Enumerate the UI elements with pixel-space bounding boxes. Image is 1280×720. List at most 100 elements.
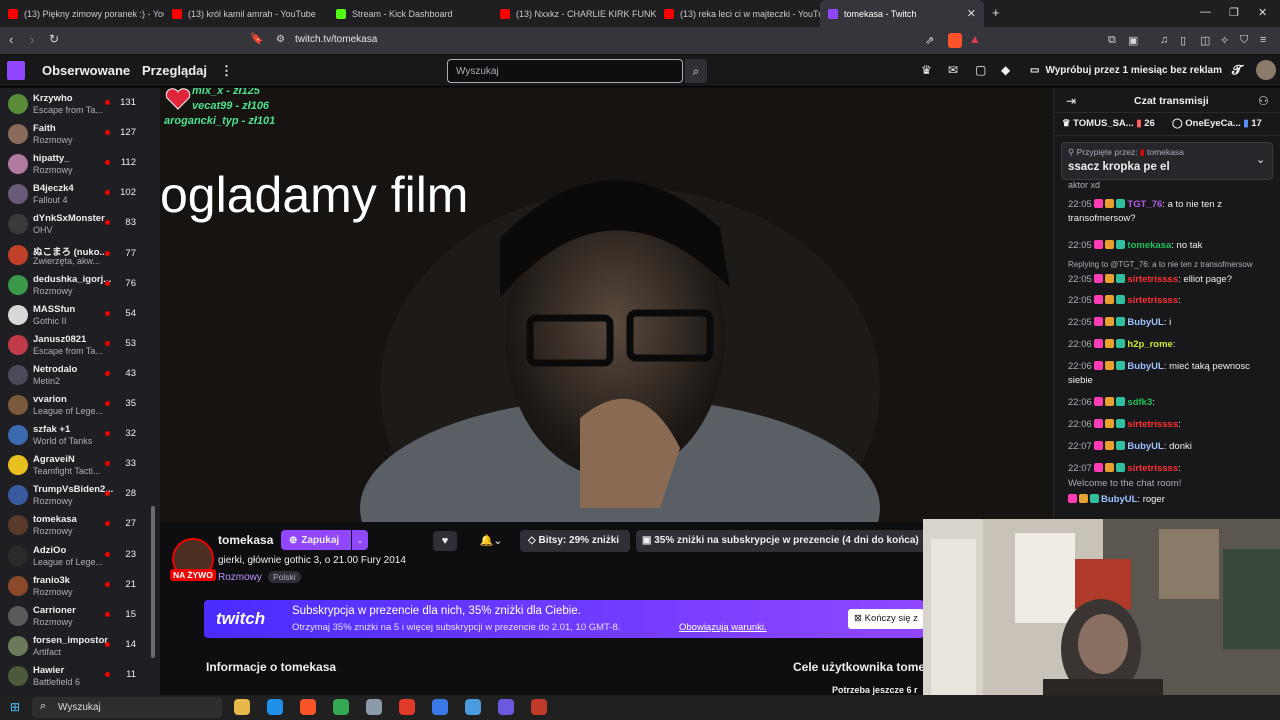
chat-message[interactable]: 22:05 TGT_76: a to nie ten z transofmers…: [1068, 198, 1273, 226]
windows-start-icon[interactable]: ⊞: [10, 700, 20, 714]
sidebar-channel[interactable]: forsen_impostor Artifact 14: [0, 632, 148, 662]
reload-icon[interactable]: ↻: [49, 32, 59, 46]
leaderboard-bar[interactable]: ♛ TOMUS_SA... ▮ 26 ◯ OneEyeCa... ▮ 17: [1054, 112, 1280, 136]
bits-icon[interactable]: ◆: [1001, 63, 1010, 77]
wallet-browser-icon[interactable]: ◫: [1200, 34, 1210, 47]
browser-tab[interactable]: (13) Piękny zimowy poranek :) - YouT: [0, 0, 164, 27]
browse-link[interactable]: Przeglądaj: [142, 63, 207, 78]
chat-username[interactable]: BubyUL: [1127, 361, 1163, 372]
sidebar-channel[interactable]: MASSfun Gothic II 54: [0, 301, 148, 331]
brave-icon[interactable]: [300, 699, 316, 715]
share-icon[interactable]: ⇗: [925, 34, 934, 47]
steam-icon[interactable]: [465, 699, 481, 715]
file-explorer-icon[interactable]: [234, 699, 250, 715]
chat-username[interactable]: sirtetrissss: [1127, 463, 1178, 474]
search-input[interactable]: Wyszukaj: [447, 59, 683, 83]
browser-tab[interactable]: tomekasa - Twitch ✕: [820, 0, 984, 27]
minimize-icon[interactable]: —: [1200, 6, 1211, 18]
sidebar-channel[interactable]: dYnkSxMonster OHV 83: [0, 210, 148, 240]
chat-message[interactable]: 22:07 sirtetrissss:: [1068, 462, 1273, 476]
chat-username[interactable]: BubyUL: [1127, 317, 1163, 328]
media-icon[interactable]: ♫: [1160, 34, 1168, 46]
site-info-icon[interactable]: ⚙: [276, 34, 285, 45]
sidebar-channel[interactable]: Netrodalo Metin2 43: [0, 361, 148, 391]
sub-promo-button[interactable]: ▣ 35% zniżki na subskrypcje w prezencie …: [636, 530, 930, 552]
sidebar-channel[interactable]: Faith Rozmowy 127: [0, 120, 148, 150]
chat-message[interactable]: 22:05 BubyUL: i: [1068, 316, 1273, 330]
vpn-icon[interactable]: ⛉: [1240, 34, 1248, 47]
chat-message[interactable]: 22:06 sdfk3:: [1068, 396, 1273, 410]
bits-promo-button[interactable]: ◇ Bitsy: 29% zniżki: [520, 530, 630, 552]
knock-dropdown-icon[interactable]: ⌄: [352, 530, 368, 550]
chat-username[interactable]: sdfk3: [1127, 397, 1152, 408]
leo-icon[interactable]: ✧: [1220, 34, 1229, 47]
chat-message[interactable]: 22:05 sirtetrissss: elliot page?: [1068, 273, 1273, 287]
sidebar-channel[interactable]: B4jeczk4 Fallout 4 102: [0, 180, 148, 210]
chat-users-icon[interactable]: ⚇: [1258, 94, 1269, 108]
chat-username[interactable]: sirtetrissss: [1127, 419, 1178, 430]
wallet-icon[interactable]: ▣: [1128, 34, 1138, 47]
user-avatar[interactable]: [1256, 60, 1276, 80]
brave-shields-icon[interactable]: [948, 33, 962, 48]
video-player[interactable]: mix_x - zł125 vecat99 - zł106 arogancki_…: [160, 88, 1053, 522]
chat-username[interactable]: sirtetrissss: [1127, 274, 1178, 285]
whispers-icon[interactable]: ▢: [975, 63, 986, 77]
sidebar-channel[interactable]: Janusz0821 Escape from Ta... 53: [0, 331, 148, 361]
sidebar-channel[interactable]: Hawier Battlefield 6 11: [0, 662, 148, 692]
sidebar-channel[interactable]: franio3k Rozmowy 21: [0, 572, 148, 602]
sidebar-channel[interactable]: dedushka_igorj... Rozmowy 76: [0, 271, 148, 301]
knock-button[interactable]: ⊕ Zapukaj: [281, 530, 351, 550]
following-link[interactable]: Obserwowane: [42, 63, 130, 78]
sidebar-channel[interactable]: AgraveiN Teamfight Tacti... 33: [0, 451, 148, 481]
follow-heart-icon[interactable]: ♥: [433, 531, 457, 551]
sidebar-channel[interactable]: szfak +1 World of Tanks 32: [0, 421, 148, 451]
extensions-icon[interactable]: ⧉: [1108, 34, 1116, 47]
new-tab-button[interactable]: +: [992, 5, 1000, 20]
sidebar-channel[interactable]: vvarion League of Lege... 35: [0, 391, 148, 421]
inbox-icon[interactable]: ✉: [948, 63, 958, 77]
chat-message[interactable]: 22:06 h2p_rome:: [1068, 338, 1273, 352]
sidebar-channel[interactable]: hipatty_ Rozmowy 112: [0, 150, 148, 180]
sidebar-channel[interactable]: Krzywho Escape from Ta... 131: [0, 90, 148, 120]
chat-username[interactable]: h2p_rome: [1127, 339, 1172, 350]
chat-message[interactable]: 22:05 tomekasa: no tak: [1068, 239, 1273, 253]
discord-icon[interactable]: [498, 699, 514, 715]
brave-rewards-icon[interactable]: ▲: [969, 32, 981, 46]
browser-tab[interactable]: (13) reka leci ci w majteczki - YouTub: [656, 0, 820, 27]
browser-tab[interactable]: Stream - Kick Dashboard: [328, 0, 492, 27]
pinned-message[interactable]: ⚲ Przypięte przez: ▮ tomekasa ssacz krop…: [1061, 142, 1273, 180]
notifications-bell-icon[interactable]: 🔔⌄: [473, 531, 509, 551]
chat-message[interactable]: 22:06 BubyUL: mieć taką pewnosc siebie: [1068, 360, 1273, 388]
chat-message[interactable]: BubyUL: roger: [1068, 493, 1273, 507]
sidebar-channel[interactable]: TrumpVsBiden2... Rozmowy 28: [0, 481, 148, 511]
chat-message[interactable]: 22:05 sirtetrissss:: [1068, 294, 1273, 308]
edge-icon[interactable]: [267, 699, 283, 715]
app-icon[interactable]: [366, 699, 382, 715]
turbo-promo-button[interactable]: ▭ Wypróbuj przez 1 miesiąc bez reklam: [1022, 60, 1222, 81]
sidebar-channel[interactable]: AdziOo League of Lege... 23: [0, 542, 148, 572]
twitch-logo-icon[interactable]: [7, 61, 25, 80]
menu-icon[interactable]: ≡: [1260, 34, 1266, 46]
sidebar-channel[interactable]: ぬこまろ (nuko... Zwierzęta, akw... 77: [0, 241, 148, 271]
maximize-icon[interactable]: ❐: [1229, 6, 1239, 19]
close-tab-icon[interactable]: ✕: [967, 7, 976, 20]
collapse-chat-icon[interactable]: ⇥: [1066, 94, 1076, 108]
sidebar-channel[interactable]: Carrioner Rozmowy 15: [0, 602, 148, 632]
chat-message[interactable]: 22:06 sirtetrissss:: [1068, 418, 1273, 432]
forward-icon[interactable]: ›: [30, 32, 34, 47]
channel-name[interactable]: tomekasa: [218, 533, 273, 547]
chat-username[interactable]: tomekasa: [1127, 240, 1171, 251]
browser-tab[interactable]: (13) Nxxkz - CHARLIE KIRK FUNK (Of: [492, 0, 656, 27]
taskbar-search[interactable]: ⌕ Wyszukaj: [32, 697, 222, 718]
chat-username[interactable]: BubyUL: [1127, 441, 1163, 452]
app-icon[interactable]: [399, 699, 415, 715]
sidebar-channel[interactable]: tomekasa Rozmowy 27: [0, 511, 148, 541]
bookmark-icon[interactable]: 🔖: [250, 32, 264, 45]
chat-message[interactable]: 22:07 BubyUL: donki: [1068, 440, 1273, 454]
chat-username[interactable]: BubyUL: [1101, 494, 1137, 505]
chat-username[interactable]: sirtetrissss: [1127, 295, 1178, 306]
app-icon[interactable]: [432, 699, 448, 715]
browser-tab[interactable]: (13) król kamil amrah - YouTube: [164, 0, 328, 27]
prime-loot-icon[interactable]: ♛: [921, 63, 932, 77]
back-icon[interactable]: ‹: [9, 32, 13, 47]
